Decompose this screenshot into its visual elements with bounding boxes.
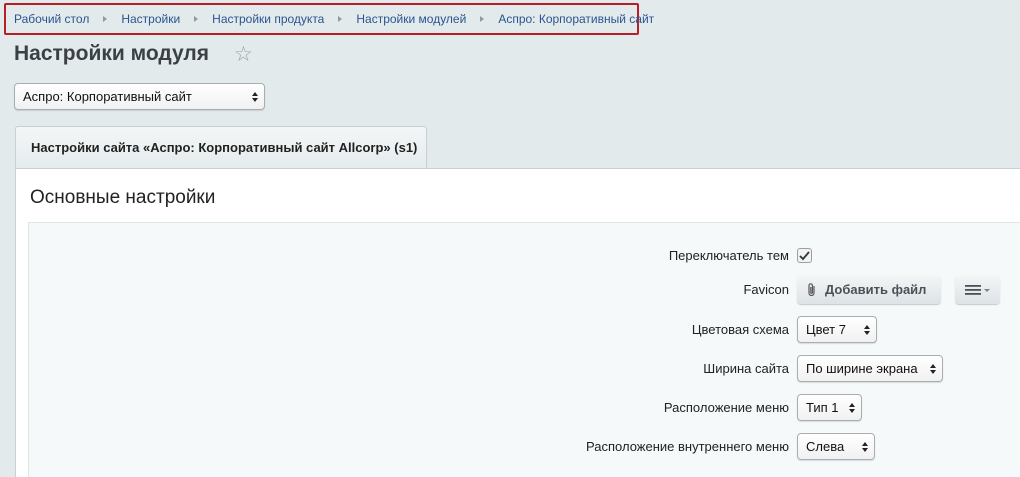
menu-icon — [964, 284, 990, 295]
module-select-value: Аспро: Корпоративный сайт — [23, 89, 192, 104]
inner-menu-position-value: Слева — [806, 439, 845, 454]
paperclip-icon — [808, 282, 815, 296]
select-arrows-icon — [864, 324, 870, 335]
chevron-right-icon — [338, 16, 343, 22]
checkmark-icon — [799, 250, 810, 260]
select-arrows-icon — [849, 402, 855, 413]
menu-position-select[interactable]: Тип 1 — [797, 394, 862, 421]
select-arrows-icon — [930, 363, 936, 374]
select-arrows-icon — [862, 441, 868, 452]
breadcrumb-current-module[interactable]: Аспро: Корпоративный сайт — [498, 12, 654, 26]
tab-site-settings-label: Настройки сайта «Аспро: Корпоративный са… — [31, 140, 418, 155]
favicon-label: Favicon — [743, 282, 789, 297]
color-scheme-label: Цветовая схема — [691, 322, 789, 337]
add-file-button[interactable]: Добавить файл — [797, 275, 941, 304]
chevron-right-icon — [194, 16, 199, 22]
page-title: Настройки модуля — [14, 42, 210, 65]
menu-position-label: Расположение меню — [663, 400, 789, 415]
theme-switcher-label: Переключатель тем — [668, 248, 789, 263]
tab-site-settings[interactable]: Настройки сайта «Аспро: Корпоративный са… — [15, 126, 427, 168]
site-width-value: По ширине экрана — [806, 361, 918, 376]
module-select[interactable]: Аспро: Корпоративный сайт — [14, 83, 265, 110]
chevron-right-icon — [103, 16, 108, 22]
breadcrumb-module-settings[interactable]: Настройки модулей — [356, 12, 466, 26]
color-scheme-select[interactable]: Цвет 7 — [797, 316, 877, 343]
inner-menu-position-label: Расположение внутреннего меню — [586, 439, 789, 454]
section-title: Основные настройки — [30, 187, 216, 208]
inner-menu-position-select[interactable]: Слева — [797, 433, 875, 460]
add-file-button-label: Добавить файл — [825, 282, 927, 297]
site-width-select[interactable]: По ширине экрана — [797, 355, 943, 382]
chevron-right-icon — [480, 16, 485, 22]
theme-switcher-checkbox[interactable] — [797, 248, 812, 263]
color-scheme-value: Цвет 7 — [806, 322, 846, 337]
star-icon[interactable]: ☆ — [234, 44, 256, 66]
menu-position-value: Тип 1 — [806, 400, 839, 415]
file-menu-button[interactable] — [955, 275, 1000, 304]
breadcrumb-settings[interactable]: Настройки — [121, 12, 180, 26]
breadcrumb: Рабочий стол Настройки Настройки продукт… — [4, 3, 654, 35]
breadcrumb-product-settings[interactable]: Настройки продукта — [212, 12, 324, 26]
breadcrumb-desktop[interactable]: Рабочий стол — [14, 12, 89, 26]
site-width-label: Ширина сайта — [703, 361, 789, 376]
select-arrows-icon — [252, 91, 258, 102]
